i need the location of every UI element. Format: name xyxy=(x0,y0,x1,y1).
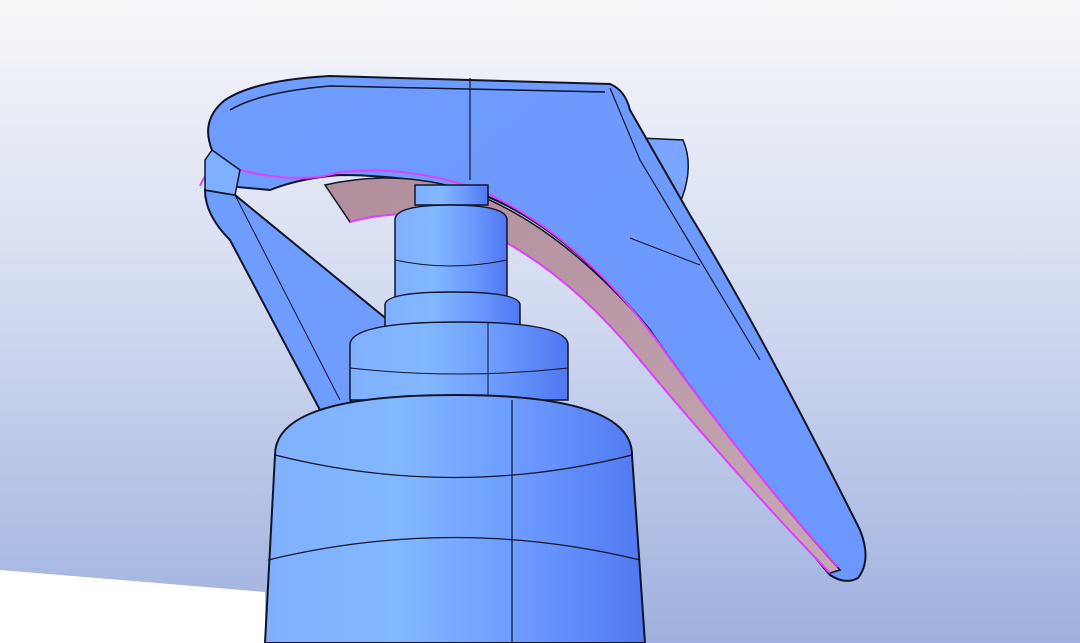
cad-viewport[interactable] xyxy=(0,0,1080,643)
collar xyxy=(349,321,569,401)
model-render xyxy=(0,0,1080,643)
bottle-cap-body xyxy=(263,393,647,643)
